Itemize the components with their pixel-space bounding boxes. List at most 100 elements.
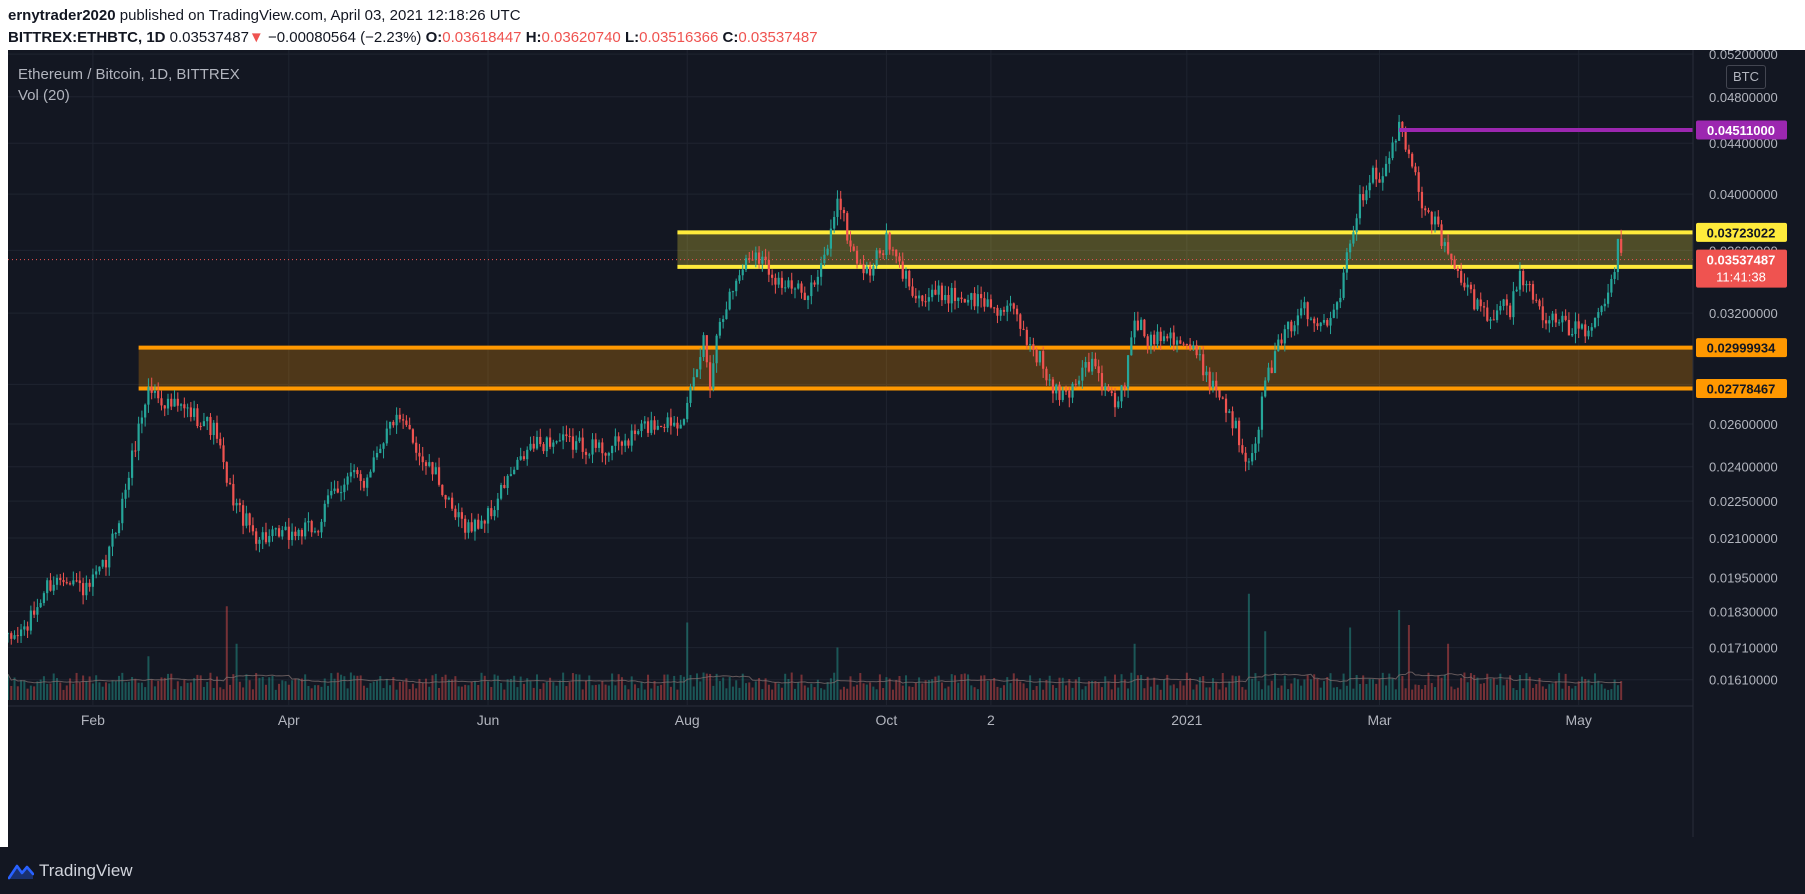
- volume-bar: [1531, 687, 1534, 700]
- candle-body: [1603, 303, 1606, 307]
- volume-bar: [1371, 679, 1374, 700]
- volume-bar: [1081, 689, 1084, 700]
- candle-body: [542, 444, 545, 452]
- volume-bar: [101, 686, 104, 700]
- volume-bar: [20, 680, 23, 700]
- candle-body: [297, 529, 300, 537]
- volume-bar: [1505, 679, 1508, 700]
- brand[interactable]: TradingView: [8, 858, 133, 884]
- candle-body: [1499, 305, 1502, 311]
- candle-body: [1414, 166, 1417, 173]
- candle-body: [369, 471, 372, 478]
- volume-bar: [1228, 681, 1231, 700]
- volume-bar: [1450, 686, 1453, 700]
- volume-bar: [1029, 675, 1032, 700]
- candle-body: [326, 495, 330, 504]
- candle-body: [666, 417, 669, 428]
- candle-body: [1042, 351, 1045, 369]
- volume-bar: [856, 684, 859, 700]
- candle-body: [1123, 385, 1126, 389]
- candle-body: [225, 462, 228, 483]
- candle-body: [1443, 242, 1446, 246]
- volume-bar: [1097, 682, 1100, 700]
- volume-bar: [500, 683, 503, 700]
- volume-bar: [761, 689, 764, 700]
- candle-body: [1332, 309, 1335, 318]
- candle-body: [1290, 321, 1293, 332]
- currency-badge[interactable]: BTC: [1726, 65, 1766, 89]
- candle-body: [875, 250, 878, 266]
- candle-body: [428, 462, 431, 466]
- volume-bar: [1375, 683, 1378, 700]
- candle-body: [52, 584, 55, 591]
- candle-body: [1241, 445, 1244, 453]
- volume-bar: [108, 683, 111, 700]
- candle-body: [36, 607, 39, 615]
- candle-body: [147, 387, 150, 405]
- volume-bar: [1352, 688, 1355, 700]
- candle-body: [741, 269, 744, 276]
- candle-body: [343, 484, 346, 493]
- candle-body: [49, 580, 52, 591]
- volume-bar: [748, 682, 751, 700]
- volume-bar: [242, 687, 245, 700]
- candle-body: [434, 467, 437, 475]
- volume-bar: [980, 675, 983, 700]
- author-name[interactable]: ernytrader2020: [8, 7, 116, 24]
- volume-bar: [170, 673, 173, 700]
- volume-bar: [833, 672, 836, 700]
- candle-body: [1381, 176, 1384, 183]
- volume-bar: [1434, 687, 1437, 700]
- volume-bar: [513, 675, 516, 700]
- candle-body: [1133, 320, 1136, 338]
- candle-body: [1365, 190, 1368, 201]
- volume-bar: [353, 675, 356, 700]
- volume-bar: [1567, 685, 1570, 700]
- candle-body: [392, 421, 395, 426]
- volume-bar: [1420, 689, 1423, 700]
- candle-body: [121, 498, 124, 524]
- volume-bar: [1427, 672, 1430, 700]
- candle-body: [911, 286, 914, 296]
- volume-bar: [823, 689, 826, 700]
- volume-bar: [157, 680, 160, 700]
- candle-body: [402, 419, 405, 421]
- volume-bar: [914, 682, 917, 700]
- low-value: 0.03516366: [639, 29, 719, 46]
- candle-body: [483, 520, 486, 524]
- candle-body: [255, 531, 258, 544]
- candle-body: [826, 248, 829, 255]
- candle-body: [153, 390, 157, 393]
- volume-bar: [1146, 676, 1149, 700]
- candle-body: [1185, 344, 1188, 346]
- volume-bar: [202, 686, 205, 700]
- volume-bar: [137, 682, 140, 700]
- volume-bar: [376, 680, 379, 700]
- volume-bar: [617, 674, 620, 700]
- volume-bar: [1385, 685, 1388, 700]
- candle-body: [1616, 238, 1619, 273]
- volume-bar: [104, 682, 107, 700]
- candle-body: [784, 287, 787, 289]
- volume-bar: [330, 673, 333, 700]
- candle-body: [372, 457, 375, 472]
- volume-bar: [144, 687, 147, 700]
- candle-body: [1208, 371, 1211, 388]
- candle-body: [761, 256, 764, 264]
- candle-body: [1466, 284, 1469, 288]
- volume-bar: [313, 685, 316, 700]
- candle-body: [13, 635, 16, 639]
- candle-body: [1505, 299, 1508, 306]
- volume-bar: [614, 685, 617, 700]
- candle-body: [1440, 224, 1443, 246]
- chart-panel[interactable]: 0.05200000 0.04800000 0.04400000 0.04000000…: [8, 50, 1805, 847]
- price-chart[interactable]: 0.052000000.048000000.044000000.04000000…: [8, 50, 1805, 847]
- candle-body: [26, 626, 29, 631]
- volume-bar: [72, 683, 75, 700]
- volume-bar: [895, 679, 898, 700]
- volume-bar: [526, 678, 529, 700]
- volume-bar: [1558, 672, 1561, 700]
- volume-bar: [989, 680, 992, 700]
- candle-body: [68, 583, 72, 585]
- volume-bar: [754, 681, 757, 700]
